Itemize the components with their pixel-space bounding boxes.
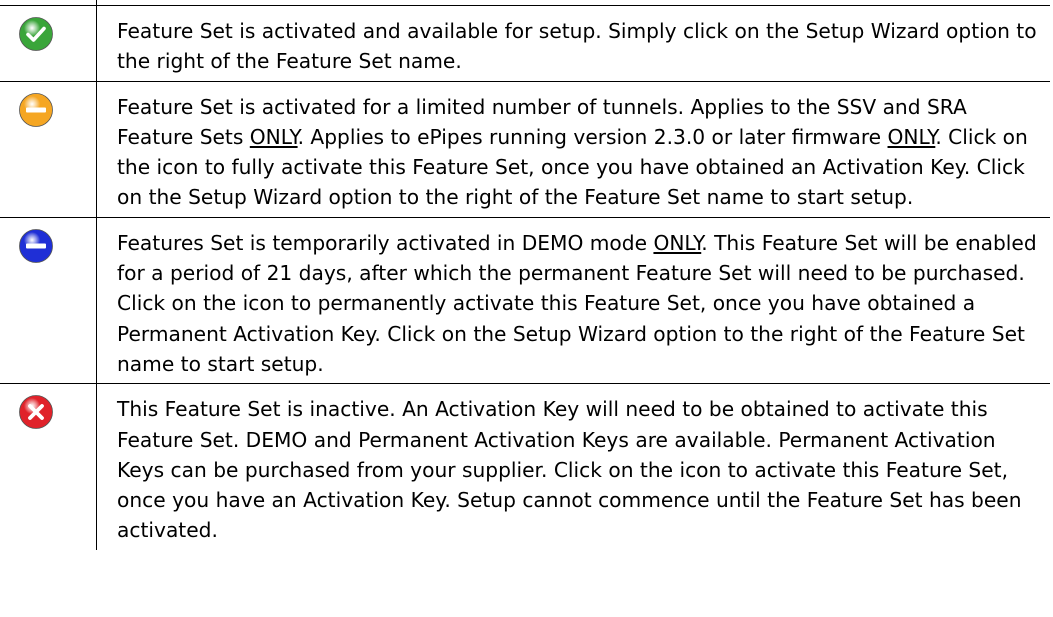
legend-description: Feature Set is activated and available f… [96,5,1050,82]
icon-wrap [0,82,96,128]
legend-description: Features Set is temporarily activated in… [96,217,1050,385]
minus-circle-blue-icon[interactable] [18,228,54,264]
legend-row: Features Set is temporarily activated in… [0,217,1050,385]
check-circle-icon [19,17,53,51]
legend-icon-cell [0,81,97,218]
legend-row: Feature Set is activated for a limited n… [0,81,1050,218]
legend-row: Feature Set is activated and available f… [0,5,1050,82]
icon-wrap [0,218,96,264]
legend-icon-cell [0,217,97,385]
emphasis-only: ONLY [249,124,298,149]
legend-icon-cell [0,383,97,550]
legend-row: This Feature Set is inactive. An Activat… [0,383,1051,550]
minus-circle-orange-icon[interactable] [18,92,54,128]
description-text: . Applies to ePipes running version 2.3.… [297,124,888,149]
legend-icon-cell [0,5,97,82]
legend-description: This Feature Set is inactive. An Activat… [97,384,1051,550]
description-text: Features Set is temporarily activated in… [117,230,654,255]
description-text: Feature Set is activated and available f… [117,19,1037,74]
legend-description: Feature Set is activated for a limited n… [96,81,1050,218]
icon-wrap [0,384,96,430]
description-text: This Feature Set is inactive. An Activat… [117,397,1022,543]
feature-set-status-legend: Feature Set is activated and available f… [0,0,1050,550]
legend-body: Feature Set is activated and available f… [0,0,1050,550]
x-circle-icon[interactable] [18,394,54,430]
icon-wrap [0,6,96,52]
emphasis-only: ONLY [653,230,702,255]
emphasis-only: ONLY [887,124,936,149]
